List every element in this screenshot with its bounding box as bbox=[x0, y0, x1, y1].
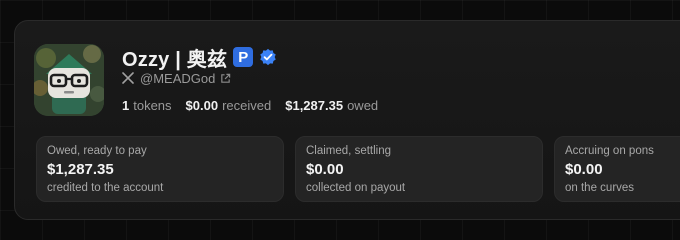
tile-subtext: collected on payout bbox=[306, 182, 406, 194]
stat-tokens: 1 tokens bbox=[122, 98, 172, 113]
x-logo-icon bbox=[122, 72, 134, 84]
stat-received: $0.00 received bbox=[186, 98, 272, 113]
tile-accruing: Accruing on pons $0.00 on the curves bbox=[554, 136, 680, 202]
tile-label: Owed, ready to pay bbox=[47, 145, 147, 157]
tile-amount: $0.00 bbox=[306, 161, 344, 178]
tile-subtext: credited to the account bbox=[47, 182, 164, 194]
stats-row: 1 tokens $0.00 received $1,287.35 owed bbox=[122, 98, 392, 113]
stat-value: $1,287.35 bbox=[285, 98, 344, 113]
profile-handle[interactable]: @MEADGod bbox=[140, 71, 215, 86]
profile-name: Ozzy | 奥兹 bbox=[122, 48, 228, 71]
tile-subtext: on the curves bbox=[565, 182, 635, 194]
avatar-image bbox=[34, 44, 104, 116]
p-badge-letter: P bbox=[238, 48, 249, 66]
tile-label: Claimed, settling bbox=[306, 145, 392, 157]
handle-row[interactable]: @MEADGod bbox=[122, 70, 231, 86]
stat-value: $0.00 bbox=[185, 98, 219, 113]
avatar[interactable] bbox=[34, 44, 104, 116]
tile-owed-ready: Owed, ready to pay $1,287.35 credited to… bbox=[36, 136, 284, 202]
stat-label: received bbox=[222, 98, 272, 113]
profile-name-row: Ozzy | 奥兹 P bbox=[122, 44, 277, 71]
stat-value: 1 bbox=[122, 98, 130, 113]
tile-amount: $1,287.35 bbox=[47, 161, 114, 178]
tile-claimed-settling: Claimed, settling $0.00 collected on pay… bbox=[295, 136, 543, 202]
tile-amount: $0.00 bbox=[565, 161, 603, 178]
stat-label: tokens bbox=[133, 98, 172, 113]
p-square-icon: P bbox=[233, 47, 254, 67]
tile-label: Accruing on pons bbox=[565, 145, 654, 157]
verified-checkmark-icon bbox=[260, 48, 276, 66]
stat-owed: $1,287.35 owed bbox=[285, 98, 378, 113]
stat-label: owed bbox=[347, 98, 379, 113]
external-link-icon[interactable] bbox=[220, 73, 231, 84]
